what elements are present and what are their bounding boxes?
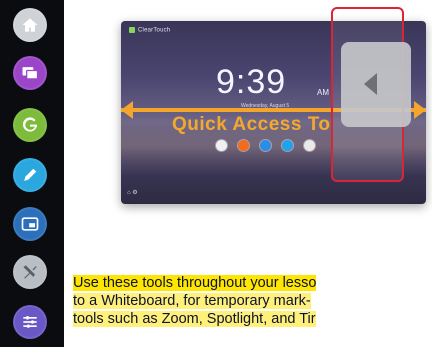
whiteboard-app-icon[interactable] — [282, 140, 293, 151]
document-text: Use these tools throughout your lesso to… — [73, 274, 432, 328]
settings-button[interactable] — [13, 305, 47, 339]
quick-access-banner: Quick Access To — [172, 114, 331, 135]
pen-icon — [24, 168, 37, 181]
annotate-app-icon[interactable] — [304, 140, 315, 151]
brand-label: ClearTouch — [129, 27, 170, 34]
vertical-toolbar — [0, 0, 64, 347]
home-button[interactable] — [13, 8, 47, 42]
clock-ampm: AM — [317, 88, 329, 97]
screens-button[interactable] — [13, 56, 47, 90]
browser-app-icon[interactable] — [260, 140, 271, 151]
picture-in-picture-icon — [21, 217, 39, 231]
g-app-button[interactable] — [13, 108, 47, 142]
brand-logo-icon — [129, 27, 135, 33]
files-app-icon[interactable] — [238, 140, 249, 151]
home-icon — [22, 18, 38, 32]
app-dock — [216, 140, 315, 151]
arrow-right-icon — [414, 101, 426, 119]
screens-icon — [22, 67, 39, 80]
chevron-left-icon — [364, 73, 377, 95]
tools-icon — [23, 265, 37, 279]
doc-line-1: Use these tools throughout your lesso — [73, 275, 317, 291]
annotate-pen-button[interactable] — [13, 158, 47, 192]
doc-line-2: to a Whiteboard, for temporary mark- — [73, 293, 311, 309]
g-app-icon — [22, 117, 38, 132]
settings-sliders-icon — [23, 316, 37, 328]
doc-line-3: tools such as Zoom, Spotlight, and Tir — [73, 311, 316, 327]
arrow-left-icon — [121, 101, 133, 119]
picture-in-picture-button[interactable] — [13, 207, 47, 241]
clock-time: 9:39 — [216, 63, 287, 101]
tools-button[interactable] — [13, 255, 47, 289]
cast-app-icon[interactable] — [216, 140, 227, 151]
corner-status-icons: ⌂ ⚙ — [127, 190, 138, 196]
